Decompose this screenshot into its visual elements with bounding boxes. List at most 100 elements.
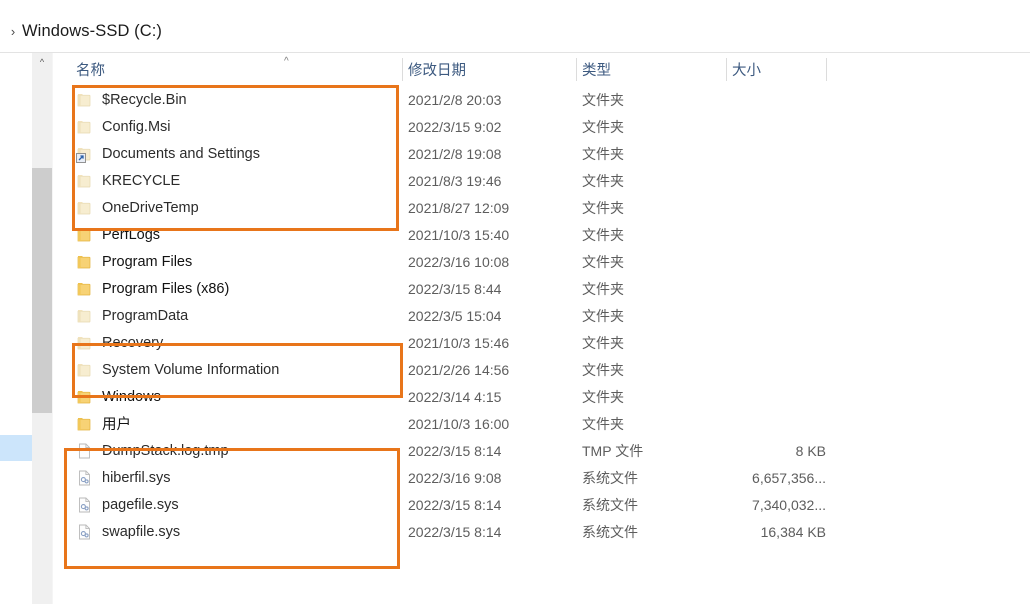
cell-size: 6,657,356...	[752, 469, 826, 486]
table-row[interactable]: pagefile.sys 2022/3/15 8:14 系统文件 7,340,032.…	[54, 491, 1030, 518]
cell-date-modified: 2021/10/3 16:00	[408, 415, 510, 432]
file-name-label: 用户	[102, 417, 131, 433]
breadcrumb-item-windows-ssd[interactable]: Windows-SSD (C:)	[22, 22, 162, 41]
vertical-scrollbar[interactable]: ^	[32, 53, 53, 604]
cell-type: 文件夹	[582, 199, 624, 216]
cell-date-modified: 2022/3/16 10:08	[408, 253, 510, 270]
folder-dim-icon	[76, 334, 93, 352]
cell-name[interactable]: ProgramData	[76, 307, 188, 325]
cell-name[interactable]: Windows	[76, 388, 161, 406]
column-header-name[interactable]: 名称	[76, 53, 105, 86]
shortcut-arrow-icon	[76, 152, 86, 163]
folder-dim-icon	[76, 307, 93, 325]
system-file-icon	[76, 469, 93, 487]
cell-size: 16,384 KB	[760, 523, 826, 540]
file-name-label: Recovery	[102, 334, 164, 351]
cell-name[interactable]: Program Files (x86)	[76, 280, 229, 298]
table-row[interactable]: Windows 2022/3/14 4:15 文件夹	[54, 383, 1030, 410]
cell-type: 系统文件	[582, 469, 638, 486]
table-row[interactable]: PerfLogs 2021/10/3 15:40 文件夹	[54, 221, 1030, 248]
column-divider-size[interactable]	[826, 58, 827, 81]
cell-type: 文件夹	[582, 145, 624, 162]
cell-name[interactable]: System Volume Information	[76, 361, 279, 379]
table-row[interactable]: OneDriveTemp 2021/8/27 12:09 文件夹	[54, 194, 1030, 221]
cell-size: 8 KB	[795, 442, 826, 459]
scroll-up-button[interactable]: ^	[32, 53, 52, 71]
cell-date-modified: 2021/2/8 20:03	[408, 91, 502, 108]
cell-type: 系统文件	[582, 523, 638, 540]
folder-icon	[76, 226, 93, 244]
file-list[interactable]: $Recycle.Bin 2021/2/8 20:03 文件夹 Config.Msi 2…	[54, 86, 1030, 604]
table-row[interactable]: Program Files 2022/3/16 10:08 文件夹	[54, 248, 1030, 275]
table-row[interactable]: Documents and Settings 2021/2/8 19:08 文件夹	[54, 140, 1030, 167]
table-row[interactable]: System Volume Information 2021/2/26 14:56…	[54, 356, 1030, 383]
folder-shortcut-icon	[76, 145, 93, 163]
cell-type: 文件夹	[582, 388, 624, 405]
cell-name[interactable]: OneDriveTemp	[76, 199, 199, 217]
column-divider-type[interactable]	[726, 58, 727, 81]
cell-name[interactable]: PerfLogs	[76, 226, 160, 244]
cell-date-modified: 2021/2/26 14:56	[408, 361, 510, 378]
scrollbar-thumb[interactable]	[32, 168, 52, 413]
cell-name[interactable]: Config.Msi	[76, 118, 171, 136]
cell-name[interactable]: Program Files	[76, 253, 192, 271]
file-name-label: Windows	[102, 388, 161, 405]
cell-date-modified: 2022/3/5 15:04	[408, 307, 502, 324]
cell-name[interactable]: Documents and Settings	[76, 145, 260, 163]
cell-name[interactable]: $Recycle.Bin	[76, 91, 187, 109]
column-header-size-label: 大小	[732, 63, 761, 79]
file-name-label: Documents and Settings	[102, 145, 260, 162]
table-row[interactable]: Config.Msi 2022/3/15 9:02 文件夹	[54, 113, 1030, 140]
table-row[interactable]: 用户 2021/10/3 16:00 文件夹	[54, 410, 1030, 437]
column-header-row: 名称 ^ 修改日期 类型 大小	[54, 53, 1030, 86]
cell-type: 文件夹	[582, 415, 624, 432]
file-name-label: DumpStack.log.tmp	[102, 442, 229, 459]
system-file-icon	[76, 523, 93, 541]
table-row[interactable]: Recovery 2021/10/3 15:46 文件夹	[54, 329, 1030, 356]
sort-ascending-icon: ^	[284, 56, 289, 67]
file-name-label: $Recycle.Bin	[102, 91, 187, 108]
folder-icon	[76, 253, 93, 271]
file-name-label: pagefile.sys	[102, 496, 179, 513]
left-gutter	[0, 53, 32, 604]
cell-name[interactable]: swapfile.sys	[76, 523, 180, 541]
address-bar: › Windows-SSD (C:)	[0, 0, 1030, 53]
column-divider-date[interactable]	[576, 58, 577, 81]
table-row[interactable]: hiberfil.sys 2022/3/16 9:08 系统文件 6,657,356.…	[54, 464, 1030, 491]
file-name-label: System Volume Information	[102, 361, 280, 378]
file-name-label: Program Files (x86)	[102, 280, 230, 297]
cell-name[interactable]: pagefile.sys	[76, 496, 179, 514]
cell-date-modified: 2021/10/3 15:40	[408, 226, 510, 243]
column-header-size[interactable]: 大小	[732, 53, 761, 86]
cell-name[interactable]: KRECYCLE	[76, 172, 180, 190]
cell-date-modified: 2022/3/14 4:15	[408, 388, 502, 405]
cell-type: 文件夹	[582, 118, 624, 135]
cell-date-modified: 2022/3/16 9:08	[408, 469, 502, 486]
cell-date-modified: 2022/3/15 8:14	[408, 442, 502, 459]
cell-name[interactable]: Recovery	[76, 334, 163, 352]
cell-date-modified: 2022/3/15 8:44	[408, 280, 502, 297]
table-row[interactable]: KRECYCLE 2021/8/3 19:46 文件夹	[54, 167, 1030, 194]
chevron-right-icon[interactable]: ›	[4, 25, 22, 38]
table-row[interactable]: swapfile.sys 2022/3/15 8:14 系统文件 16,384 KB	[54, 518, 1030, 545]
table-row[interactable]: Program Files (x86) 2022/3/15 8:44 文件夹	[54, 275, 1030, 302]
cell-type: 文件夹	[582, 334, 624, 351]
selection-highlight-strip	[0, 435, 32, 461]
breadcrumb[interactable]: › Windows-SSD (C:)	[0, 18, 162, 44]
file-icon	[76, 442, 93, 460]
column-header-type-label: 类型	[582, 63, 611, 79]
cell-name[interactable]: hiberfil.sys	[76, 469, 171, 487]
cell-name[interactable]: DumpStack.log.tmp	[76, 442, 229, 460]
table-row[interactable]: $Recycle.Bin 2021/2/8 20:03 文件夹	[54, 86, 1030, 113]
table-row[interactable]: ProgramData 2022/3/5 15:04 文件夹	[54, 302, 1030, 329]
column-divider-name[interactable]	[402, 58, 403, 81]
column-header-date-modified[interactable]: 修改日期	[408, 53, 466, 86]
file-name-label: PerfLogs	[102, 226, 161, 243]
cell-type: 系统文件	[582, 496, 638, 513]
cell-name[interactable]: 用户	[76, 413, 131, 434]
column-header-type[interactable]: 类型	[582, 53, 611, 86]
column-header-date-modified-label: 修改日期	[408, 63, 466, 79]
cell-type: 文件夹	[582, 91, 624, 108]
table-row[interactable]: DumpStack.log.tmp 2022/3/15 8:14 TMP 文件 8 K…	[54, 437, 1030, 464]
cell-date-modified: 2021/2/8 19:08	[408, 145, 502, 162]
